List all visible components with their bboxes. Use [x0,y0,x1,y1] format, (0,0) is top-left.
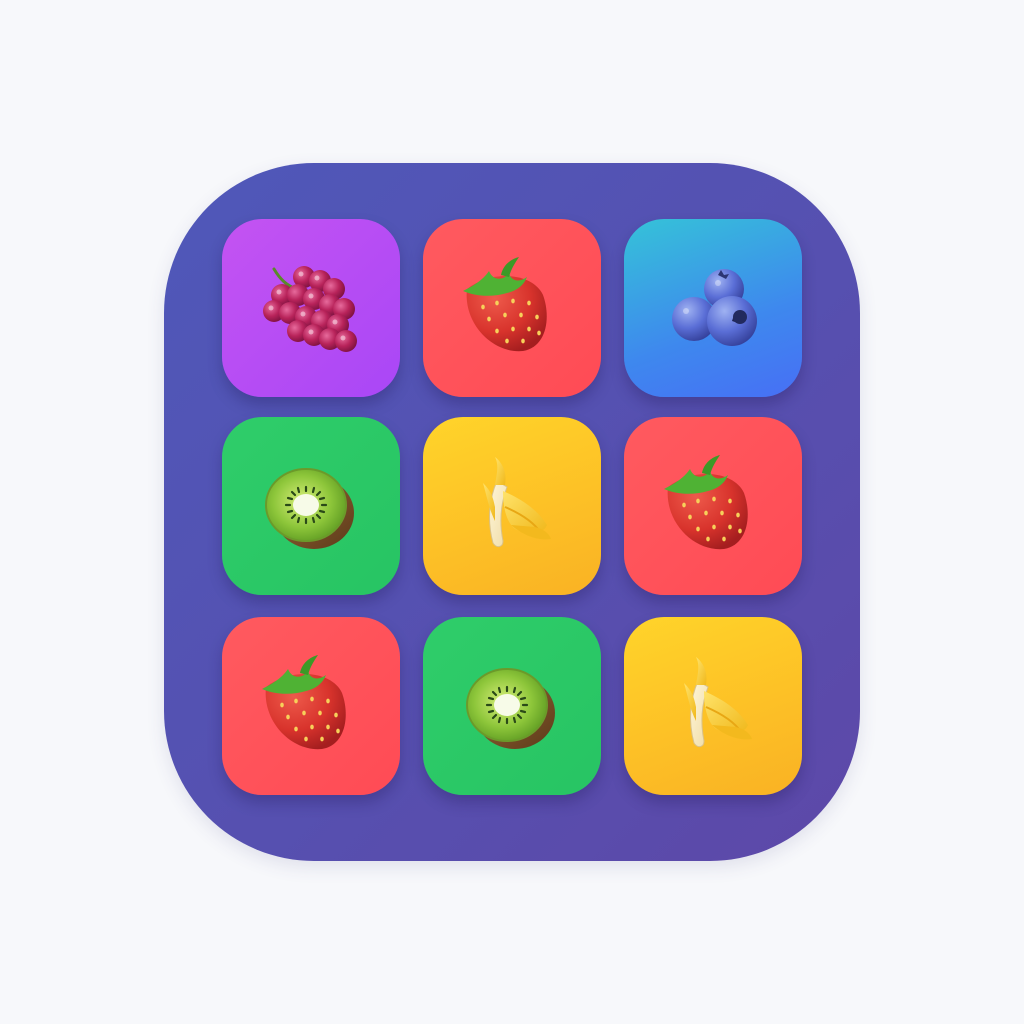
tile-strawberry[interactable] [624,417,802,595]
blueberries-icon [624,219,802,397]
tile-kiwi[interactable] [222,417,400,595]
strawberry-icon [624,417,802,595]
tile-banana[interactable] [624,617,802,795]
tile-kiwi[interactable] [423,617,601,795]
tile-strawberry[interactable] [222,617,400,795]
game-screen [0,0,1024,1024]
grapes-icon [222,219,400,397]
tile-banana[interactable] [423,417,601,595]
tile-blueberries[interactable] [624,219,802,397]
banana-icon [423,417,601,595]
kiwi-icon [222,417,400,595]
banana-icon [624,617,802,795]
tile-strawberry[interactable] [423,219,601,397]
strawberry-icon [423,219,601,397]
strawberry-icon [222,617,400,795]
tile-grapes[interactable] [222,219,400,397]
kiwi-icon [423,617,601,795]
